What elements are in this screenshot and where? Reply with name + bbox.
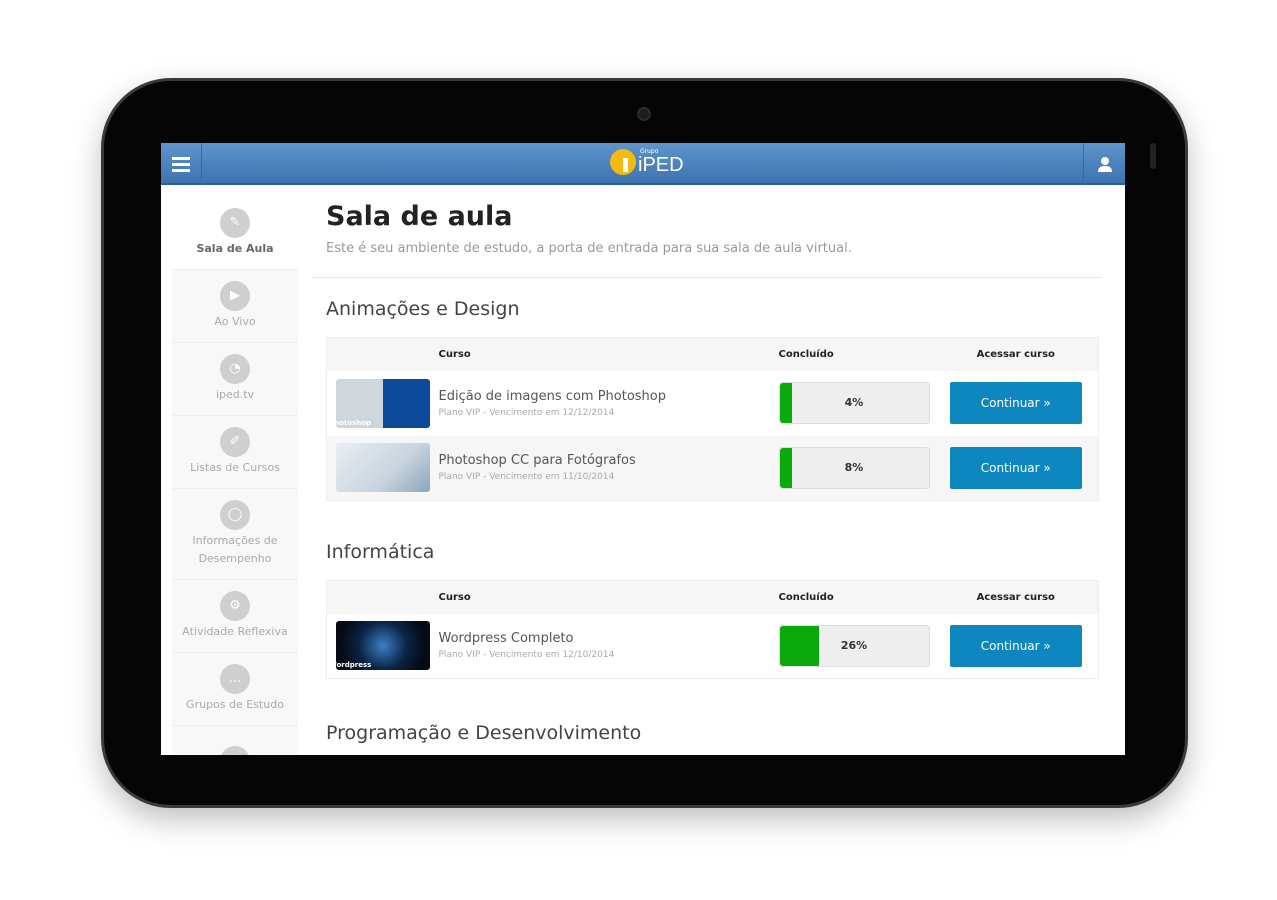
course-meta: Plano VIP - Vencimento em 12/10/2014 — [438, 650, 615, 661]
course-name[interactable]: Wordpress Completo — [439, 631, 779, 646]
col-course: Curso — [438, 580, 779, 614]
power-button — [1150, 143, 1156, 169]
sidebar-item-atividade-reflexiva[interactable]: ⚙ Atividade Reflexiva — [172, 580, 298, 653]
list-edit-icon: ✐ — [220, 427, 250, 457]
sidebar-item-label: iped.tv — [215, 388, 255, 401]
sidebar-item-ao-vivo[interactable]: ▶ Ao Vivo — [172, 270, 298, 343]
sidebar-item-iped-tv[interactable]: ◔ iped.tv — [172, 343, 298, 416]
progress-bar: 26% — [778, 624, 930, 667]
chat-icon: … — [220, 664, 250, 694]
top-bar: Grupo iPED — [161, 143, 1125, 185]
col-course: Curso — [438, 337, 779, 371]
thumb-label: Photoshop — [329, 418, 372, 427]
sidebar-item-listas-de-cursos[interactable]: ✐ Listas de Cursos — [172, 416, 298, 489]
course-meta: Plano VIP - Vencimento em 11/10/2014 — [438, 472, 615, 483]
course-table: Curso Concluído Acessar curso Wordpress Wo… — [326, 580, 1099, 679]
sidebar-item-informa-es-de-desempenho[interactable]: ◯ Informações de Desempenho — [172, 489, 298, 580]
course-meta: Plano VIP - Vencimento em 12/12/2014 — [438, 407, 615, 418]
continue-button[interactable]: Continuar » — [949, 382, 1082, 424]
table-row: Wordpress Wordpress Completo Plano VIP - … — [327, 614, 1099, 679]
col-done: Concluído — [778, 580, 934, 614]
progress-label: 8% — [844, 460, 864, 474]
table-row: Photoshop CC para Fotógrafos Plano VIP - … — [326, 435, 1099, 501]
logo-text: iPED — [638, 153, 684, 176]
sidebar-item-label: Sala de Aula — [196, 242, 274, 255]
camera — [637, 107, 651, 121]
page-title: Sala de aula — [326, 201, 513, 232]
course-table: Curso Concluído Acessar curso Photoshop Ed… — [326, 337, 1099, 501]
sidebar-item-label: Informações de Desempenho — [192, 534, 278, 565]
course-name[interactable]: Edição de imagens com Photoshop — [439, 389, 779, 404]
sidebar: ✎ Sala de Aula ▶ Ao Vivo ◔ iped.tv ✐ Listas de … — [172, 197, 298, 755]
sidebar-item-label: Grupos de Estudo — [186, 698, 284, 711]
table-row: Photoshop Edição de imagens com Photosho… — [327, 371, 1099, 436]
play-icon: ▶ — [220, 281, 250, 311]
col-access: Acessar curso — [933, 580, 1099, 614]
main-content: Sala de aula Este é seu ambiente de estu… — [312, 198, 1102, 755]
course-thumbnail[interactable] — [336, 443, 430, 493]
progress-bar: 4% — [778, 382, 930, 424]
sidebar-item-grupos-de-estudo[interactable]: … Grupos de Estudo — [172, 653, 298, 726]
page-subtitle: Este é seu ambiente de estudo, a porta d… — [326, 241, 852, 256]
app-screen: Grupo iPED ✎ Sala de Aula ▶ Ao Vivo ◔ iped.tv… — [161, 143, 1125, 755]
divider — [312, 277, 1102, 278]
tools-icon: ✎ — [220, 746, 250, 755]
col-access: Acessar curso — [933, 337, 1099, 371]
continue-button[interactable]: Continuar » — [949, 446, 1082, 489]
teacher-icon: ✎ — [220, 208, 250, 238]
thumb-label: Wordpress — [329, 661, 372, 670]
section-title: Animações e Design — [326, 298, 520, 320]
continue-button[interactable]: Continuar » — [949, 624, 1082, 667]
progress-label: 4% — [844, 396, 864, 409]
iped-logo[interactable]: Grupo iPED — [610, 148, 684, 176]
logo-mark — [610, 149, 636, 175]
progress-label: 26% — [840, 638, 868, 652]
donut-chart-icon: ◯ — [220, 500, 250, 530]
sidebar-item-more[interactable]: ✎ — [172, 726, 298, 755]
sidebar-item-label: Ao Vivo — [214, 315, 256, 328]
sidebar-item-sala-de-aula[interactable]: ✎ Sala de Aula — [172, 197, 298, 270]
hamburger-menu-icon[interactable] — [161, 143, 202, 185]
sidebar-item-label: Atividade Reflexiva — [182, 625, 288, 638]
table-header: Curso Concluído Acessar curso — [326, 337, 1099, 371]
progress-bar: 8% — [778, 446, 930, 489]
user-icon[interactable] — [1083, 143, 1125, 185]
sidebar-item-label: Listas de Cursos — [190, 461, 280, 474]
section-title: Informática — [326, 541, 435, 563]
table-header: Curso Concluído Acessar curso — [326, 580, 1099, 614]
iped-tv-icon: ◔ — [220, 354, 250, 384]
section-title: Programação e Desenvolvimento — [326, 722, 642, 744]
col-done: Concluído — [778, 337, 934, 371]
course-name[interactable]: Photoshop CC para Fotógrafos — [439, 453, 779, 468]
head-gears-icon: ⚙ — [220, 591, 250, 621]
